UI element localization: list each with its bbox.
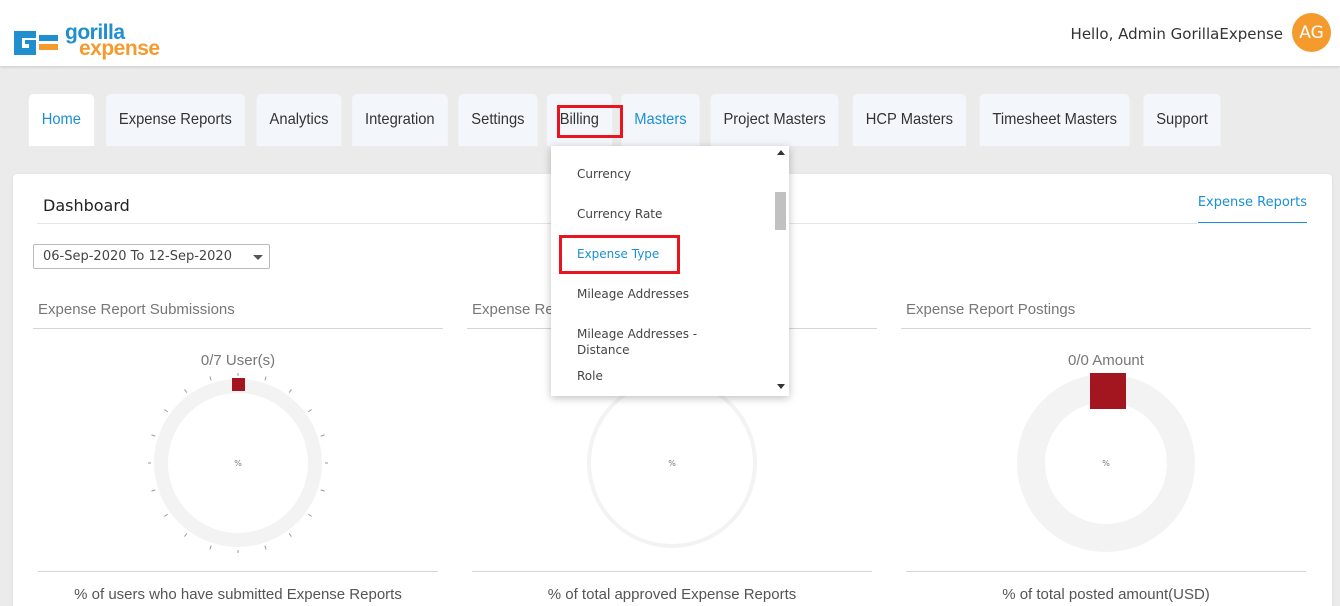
gauge-tick [184, 533, 188, 537]
divider [906, 571, 1306, 572]
dropdown-scrollbar[interactable] [772, 146, 789, 396]
panel-caption: % of total approved Expense Reports [547, 586, 797, 603]
gauge-tick [184, 389, 188, 393]
user-greeting: Hello, Admin GorillaExpense [1070, 25, 1283, 43]
gauge-tick [320, 489, 325, 492]
main-nav-tabs: Home Expense Reports Analytics Integrati… [26, 94, 1224, 146]
divider [472, 571, 872, 572]
approvals-gauge: % [587, 378, 757, 548]
tab-timesheet-masters[interactable]: Timesheet Masters [979, 94, 1131, 146]
user-avatar[interactable]: AG [1292, 13, 1331, 52]
gauge-tick [288, 389, 292, 393]
menu-item-role[interactable]: Role [577, 368, 757, 384]
gauge-tick [264, 376, 267, 381]
menu-item-expense-type[interactable]: Expense Type [577, 246, 757, 262]
gauge-tick [209, 376, 212, 381]
postings-gauge: % [1017, 373, 1195, 552]
scrollbar-thumb[interactable] [775, 192, 786, 230]
dashboard-title: Dashboard [43, 196, 130, 215]
gauge-marker [232, 378, 245, 391]
gauge-center-label: % [1102, 459, 1110, 468]
menu-item-currency[interactable]: Currency [577, 166, 757, 182]
gauge-tick [308, 513, 312, 517]
panel-title: Expense Re [472, 301, 554, 318]
panel-title: Expense Report Postings [906, 301, 1076, 318]
menu-item-mileage-addresses-distance[interactable]: Mileage Addresses - Distance [577, 326, 727, 358]
panel-value: 0/7 User(s) [200, 352, 276, 369]
gauge-tick [320, 434, 325, 437]
date-range-value: 06-Sep-2020 To 12-Sep-2020 [43, 249, 232, 264]
panel-title: Expense Report Submissions [38, 301, 235, 318]
date-range-select[interactable]: 06-Sep-2020 To 12-Sep-2020 [33, 244, 270, 269]
menu-item-currency-rate[interactable]: Currency Rate [577, 206, 757, 222]
submissions-panel: Expense Report Submissions 0/7 User(s) %… [33, 299, 443, 606]
gauge-tick [164, 409, 168, 413]
gauge-tick [288, 533, 292, 537]
gauge-marker [1090, 373, 1126, 409]
divider [33, 328, 443, 329]
gauge-tick [209, 545, 212, 550]
postings-panel: Expense Report Postings 0/0 Amount % % o… [901, 299, 1311, 606]
chevron-down-icon [253, 255, 263, 260]
tab-analytics[interactable]: Analytics [257, 94, 342, 146]
tab-home[interactable]: Home [28, 94, 94, 146]
gauge-tick [264, 545, 267, 550]
gauge-tick [151, 434, 156, 437]
tab-expense-reports[interactable]: Expense Reports [105, 94, 245, 146]
tab-project-masters[interactable]: Project Masters [711, 94, 840, 146]
tab-billing[interactable]: Billing [546, 94, 612, 146]
divider [901, 328, 1311, 329]
top-header: gorilla expense Hello, Admin GorillaExpe… [0, 0, 1340, 66]
tab-integration[interactable]: Integration [352, 94, 448, 146]
expense-reports-link[interactable]: Expense Reports [1197, 195, 1307, 223]
divider [38, 571, 438, 572]
scroll-down-arrow-icon[interactable] [777, 384, 785, 389]
tab-hcp-masters[interactable]: HCP Masters [852, 94, 966, 146]
tab-support[interactable]: Support [1143, 94, 1221, 146]
gauge-tick [151, 489, 156, 492]
scroll-up-arrow-icon[interactable] [777, 150, 785, 155]
gauge-center-label: % [668, 459, 676, 468]
gorilla-expense-logo[interactable]: gorilla expense [12, 21, 162, 64]
masters-dropdown-menu: Currency Currency Rate Expense Type Mile… [551, 146, 789, 396]
gauge-tick [164, 513, 168, 517]
panel-value: 0/0 Amount [1068, 352, 1144, 369]
logo-mark-icon [14, 31, 58, 55]
panel-caption: % of total posted amount(USD) [1002, 586, 1210, 603]
logo-word-expense: expense [79, 37, 160, 60]
gauge-center-label: % [234, 459, 242, 468]
menu-item-mileage-addresses[interactable]: Mileage Addresses [577, 286, 757, 302]
panel-caption: % of users who have submitted Expense Re… [74, 586, 402, 603]
tab-settings[interactable]: Settings [458, 94, 538, 146]
tab-masters[interactable]: Masters [620, 94, 700, 146]
gauge-tick [308, 409, 312, 413]
submissions-gauge: % [148, 373, 328, 553]
